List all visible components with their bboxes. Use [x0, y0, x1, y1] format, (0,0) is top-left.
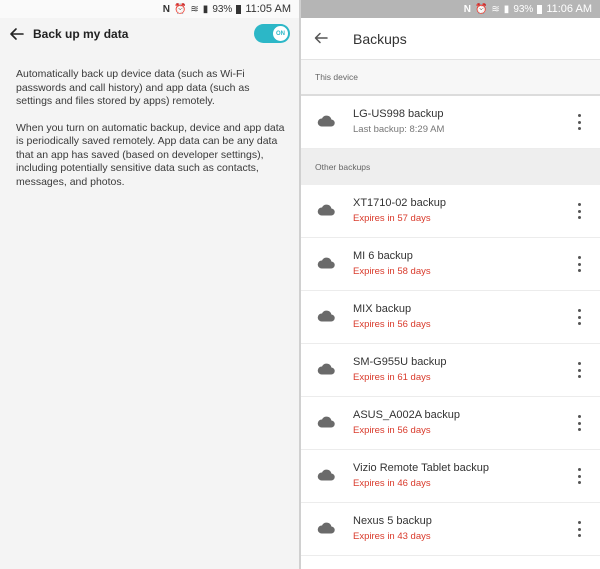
more-options-icon[interactable] — [576, 362, 582, 378]
app-bar: Backups — [301, 18, 600, 60]
toggle-knob: ON — [273, 26, 288, 41]
cloud-icon — [317, 416, 335, 428]
backup-row[interactable]: XT1710-02 backup Expires in 57 days — [301, 185, 600, 238]
more-options-icon[interactable] — [576, 468, 582, 484]
status-bar: N ⏰ ≋ ▮ 93% 11:05 AM — [0, 0, 299, 18]
backup-name: Nexus 5 backup — [353, 515, 432, 527]
battery-icon — [537, 4, 543, 14]
backup-expiry: Expires in 61 days — [353, 372, 431, 383]
page-title: Back up my data — [33, 27, 129, 41]
backup-row[interactable]: Nexus 5 backup Expires in 43 days — [301, 503, 600, 556]
more-options-icon[interactable] — [576, 521, 582, 537]
cloud-icon — [317, 310, 335, 322]
backup-name: LG-US998 backup — [353, 108, 444, 120]
backup-expiry: Expires in 43 days — [353, 531, 431, 542]
more-options-icon[interactable] — [576, 256, 582, 272]
section-header-other-backups: Other backups — [301, 149, 600, 185]
more-options-icon[interactable] — [576, 203, 582, 219]
description-paragraph-2: When you turn on automatic backup, devic… — [16, 121, 285, 188]
backup-name: XT1710-02 backup — [353, 197, 446, 209]
cloud-icon — [317, 522, 335, 534]
backup-name: MIX backup — [353, 303, 412, 315]
alarm-icon: ⏰ — [173, 3, 187, 15]
backup-row[interactable]: Vizio Remote Tablet backup Expires in 46… — [301, 450, 600, 503]
status-time: 11:05 AM — [245, 3, 291, 15]
backup-detail: Last backup: 8:29 AM — [353, 124, 445, 135]
battery-percent: 93% — [212, 3, 233, 15]
backup-row[interactable]: ASUS_A002A backup Expires in 56 days — [301, 397, 600, 450]
backup-name: MI 6 backup — [353, 250, 413, 262]
cloud-icon — [317, 469, 335, 481]
more-options-icon[interactable] — [576, 114, 582, 130]
alarm-icon: ⏰ — [474, 3, 488, 15]
backup-settings-screen: N ⏰ ≋ ▮ 93% 11:05 AM Back up my data ON … — [0, 0, 299, 569]
more-options-icon[interactable] — [576, 415, 582, 431]
nfc-icon: N — [162, 3, 170, 15]
backups-list-screen: N ⏰ ≋ ▮ 93% 11:06 AM Backups This device… — [301, 0, 600, 569]
back-arrow-icon[interactable] — [8, 25, 26, 43]
cloud-icon — [317, 204, 335, 216]
backup-name: SM-G955U backup — [353, 356, 447, 368]
cloud-icon — [317, 363, 335, 375]
backup-expiry: Expires in 56 days — [353, 319, 431, 330]
backup-name: ASUS_A002A backup — [353, 409, 461, 421]
backup-description: Automatically back up device data (such … — [16, 68, 288, 202]
backup-row[interactable]: MI 6 backup Expires in 58 days — [301, 238, 600, 291]
backup-row-this-device[interactable]: LG-US998 backup Last backup: 8:29 AM — [301, 96, 600, 149]
backup-expiry: Expires in 46 days — [353, 478, 431, 489]
backup-toggle[interactable]: ON — [254, 24, 290, 43]
battery-icon — [236, 4, 242, 14]
signal-icon: ▮ — [202, 3, 209, 15]
other-backups-list: XT1710-02 backup Expires in 57 days MI 6… — [301, 185, 600, 556]
cloud-icon — [317, 115, 335, 127]
wifi-icon: ≋ — [190, 3, 199, 15]
battery-percent: 93% — [513, 3, 534, 15]
backup-row[interactable]: SM-G955U backup Expires in 61 days — [301, 344, 600, 397]
backup-name: Vizio Remote Tablet backup — [353, 462, 489, 474]
description-paragraph-1: Automatically back up device data (such … — [16, 68, 250, 107]
cloud-icon — [317, 257, 335, 269]
backup-expiry: Expires in 56 days — [353, 425, 431, 436]
more-options-icon[interactable] — [576, 309, 582, 325]
signal-icon: ▮ — [503, 3, 510, 15]
backup-row[interactable]: MIX backup Expires in 56 days — [301, 291, 600, 344]
page-title: Backups — [353, 31, 407, 47]
nfc-icon: N — [463, 3, 471, 15]
backup-expiry: Expires in 57 days — [353, 213, 431, 224]
section-header-this-device: This device — [301, 60, 600, 96]
status-bar: N ⏰ ≋ ▮ 93% 11:06 AM — [301, 0, 600, 18]
backup-expiry: Expires in 58 days — [353, 266, 431, 277]
wifi-icon: ≋ — [491, 3, 500, 15]
back-arrow-icon[interactable] — [313, 30, 329, 46]
status-time: 11:06 AM — [546, 3, 592, 15]
